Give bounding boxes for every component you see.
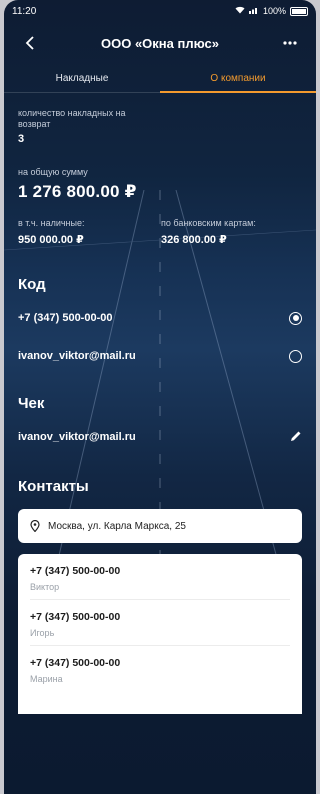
card-stat: по банковским картам: 326 800.00 ₽: [161, 218, 302, 246]
cash-value: 950 000.00 ₽: [18, 234, 84, 246]
receipt-email-row: ivanov_viktor@mail.ru: [18, 422, 302, 452]
contact-phone-entry[interactable]: +7 (347) 500-00-00 Игорь: [30, 600, 290, 646]
code-option-phone[interactable]: +7 (347) 500-00-00: [18, 303, 302, 333]
radio-unselected-icon[interactable]: [289, 349, 302, 363]
page-title: ООО «Окна плюс»: [101, 35, 219, 51]
returns-stat: количество накладных на возврат 3: [18, 108, 302, 145]
tab-about-company[interactable]: О компании: [160, 64, 316, 93]
app-screen: 11:20 100% ООО «Окна плюс» Накладные О к…: [4, 0, 316, 794]
phones-card: +7 (347) 500-00-00 Виктор +7 (347) 500-0…: [18, 554, 302, 714]
address-card[interactable]: Москва, ул. Карла Маркса, 25: [18, 509, 302, 543]
back-button[interactable]: [18, 31, 42, 55]
company-content: количество накладных на возврат 3 на общ…: [4, 108, 316, 714]
contact-phone-entry[interactable]: +7 (347) 500-00-00 Виктор: [30, 554, 290, 600]
contact-phone-number: +7 (347) 500-00-00: [30, 657, 121, 669]
receipt-email: ivanov_viktor@mail.ru: [18, 431, 136, 443]
tab-invoices[interactable]: Накладные: [4, 64, 160, 92]
contact-name: Виктор: [30, 582, 60, 592]
status-time: 11:20: [12, 5, 37, 17]
contact-phone-number: +7 (347) 500-00-00: [30, 565, 121, 577]
contacts-heading: Контакты: [18, 478, 89, 495]
card-label: по банковским картам:: [161, 218, 256, 228]
edit-pencil-icon[interactable]: [290, 430, 302, 445]
tab-bar: Накладные О компании: [4, 64, 316, 93]
code-option-email-label: ivanov_viktor@mail.ru: [18, 350, 136, 362]
returns-count: 3: [18, 133, 25, 145]
address-text: Москва, ул. Карла Маркса, 25: [48, 520, 186, 532]
cash-stat: в т.ч. наличные: 950 000.00 ₽: [18, 218, 159, 246]
total-label: на общую сумму: [18, 167, 88, 177]
status-bar: 11:20 100%: [4, 0, 316, 22]
more-button[interactable]: [278, 31, 302, 55]
code-option-email[interactable]: ivanov_viktor@mail.ru: [18, 341, 302, 371]
contact-phone-number: +7 (347) 500-00-00: [30, 611, 121, 623]
card-value: 326 800.00 ₽: [161, 234, 227, 246]
code-heading: Код: [18, 276, 46, 293]
total-value: 1 276 800.00 ₽: [18, 182, 137, 201]
returns-label: количество накладных на возврат: [18, 108, 126, 129]
battery-percent: 100%: [262, 6, 286, 16]
code-option-phone-label: +7 (347) 500-00-00: [18, 312, 113, 324]
contact-name: Игорь: [30, 628, 55, 638]
chevron-left-icon: [25, 36, 34, 50]
receipt-heading: Чек: [18, 395, 45, 412]
signal-icon: [248, 6, 259, 16]
location-pin-icon: [30, 520, 40, 532]
total-stat: на общую сумму 1 276 800.00 ₽: [18, 167, 302, 202]
status-indicators: 100%: [235, 6, 308, 16]
payment-split: в т.ч. наличные: 950 000.00 ₽ по банковс…: [18, 218, 302, 246]
contact-phone-entry[interactable]: +7 (347) 500-00-00 Марина: [30, 646, 290, 692]
contact-name: Марина: [30, 674, 63, 684]
battery-icon: [290, 6, 308, 16]
radio-selected-icon[interactable]: [289, 311, 302, 325]
cash-label: в т.ч. наличные:: [18, 218, 85, 228]
wifi-icon: [235, 6, 245, 16]
nav-bar: ООО «Окна плюс»: [4, 22, 316, 64]
more-dots-icon: [283, 41, 297, 45]
